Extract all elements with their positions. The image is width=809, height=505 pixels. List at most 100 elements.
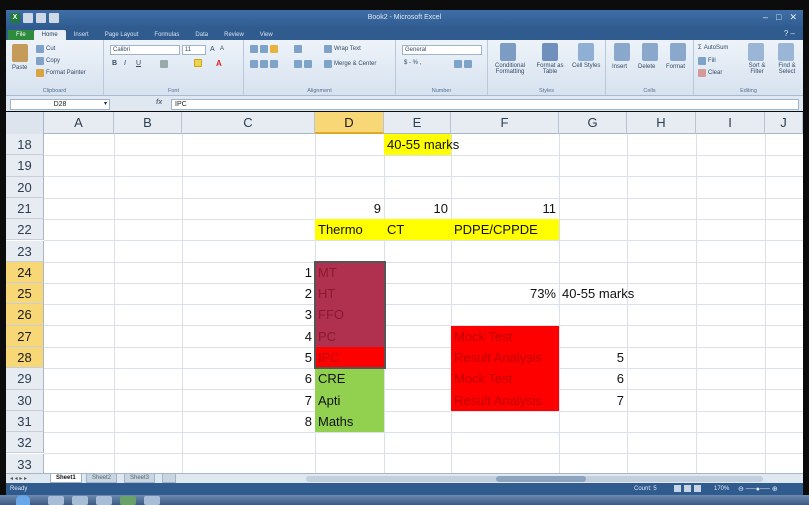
autosum-button[interactable]: Σ AutoSum bbox=[698, 45, 728, 51]
cell-d22[interactable]: Thermo bbox=[315, 219, 384, 241]
format-painter-button[interactable]: Format Painter bbox=[36, 69, 86, 77]
media-taskbar-icon[interactable] bbox=[96, 496, 112, 505]
row-header-23[interactable]: 23 bbox=[6, 240, 44, 262]
page-layout-view-icon[interactable] bbox=[684, 485, 691, 492]
sheet-nav-arrows-icon[interactable]: ◂ ◂ ▸ ▸ bbox=[10, 475, 27, 482]
cell-d21[interactable]: 9 bbox=[315, 198, 384, 219]
insert-button[interactable]: Insert bbox=[612, 64, 627, 70]
cell-styles-button[interactable]: Cell Styles bbox=[572, 63, 602, 69]
row-header-29[interactable]: 29 bbox=[6, 368, 44, 390]
cell-d30[interactable]: Apti bbox=[315, 389, 384, 411]
tab-file[interactable]: File bbox=[8, 30, 34, 40]
row-header-28[interactable]: 28 bbox=[6, 347, 44, 369]
cell-c29[interactable]: 6 bbox=[182, 368, 315, 389]
browser-taskbar-icon[interactable] bbox=[72, 496, 88, 505]
cell-f29[interactable]: Mock Test bbox=[451, 368, 559, 390]
cell-d27[interactable]: PC bbox=[315, 325, 384, 347]
tab-formulas[interactable]: Formulas bbox=[146, 30, 187, 40]
paste-button[interactable]: Paste bbox=[12, 65, 27, 71]
minimize-icon[interactable]: – bbox=[763, 12, 768, 23]
delete-button[interactable]: Delete bbox=[638, 64, 655, 70]
formula-input[interactable]: IPC bbox=[171, 99, 799, 110]
cell-d29[interactable]: CRE bbox=[315, 368, 384, 390]
windows-start-icon[interactable] bbox=[16, 495, 30, 505]
insert-function-icon[interactable]: fx bbox=[156, 99, 162, 106]
row-header-20[interactable]: 20 bbox=[6, 176, 44, 198]
conditional-formatting-button[interactable]: Conditional Formatting bbox=[490, 63, 530, 75]
row-header-30[interactable]: 30 bbox=[6, 389, 44, 411]
copy-button[interactable]: Copy bbox=[36, 57, 60, 65]
cell-g28[interactable]: 5 bbox=[559, 347, 627, 368]
fill-color-button[interactable] bbox=[194, 59, 202, 67]
row-header-18[interactable]: 18 bbox=[6, 134, 44, 156]
cell-f30[interactable]: Result Analysis bbox=[451, 389, 559, 411]
row-header-31[interactable]: 31 bbox=[6, 410, 44, 433]
decimal-icon[interactable] bbox=[454, 60, 472, 68]
underline-button[interactable]: U bbox=[136, 60, 141, 67]
col-header-d[interactable]: D bbox=[315, 112, 384, 134]
cell-c25[interactable]: 2 bbox=[182, 283, 315, 304]
orientation-icon[interactable] bbox=[294, 45, 302, 53]
cell-c28[interactable]: 5 bbox=[182, 347, 315, 368]
bold-button[interactable]: B bbox=[112, 60, 117, 67]
cell-f21[interactable]: 11 bbox=[451, 198, 559, 219]
close-icon[interactable]: ✕ bbox=[789, 12, 797, 23]
cell-f27[interactable]: Mock Test bbox=[451, 325, 559, 347]
sheet-tab-1[interactable]: Sheet1 bbox=[50, 474, 82, 483]
format-button[interactable]: Format bbox=[666, 64, 685, 70]
cell-d31[interactable]: Maths bbox=[315, 410, 384, 433]
zoom-slider[interactable]: ⊖ ──●── ⊕ bbox=[738, 485, 778, 493]
font-size-select[interactable]: 11 bbox=[182, 45, 206, 55]
font-name-select[interactable]: Calibri bbox=[110, 45, 180, 55]
horizontal-scroll-thumb[interactable] bbox=[496, 476, 586, 482]
cell-e22[interactable]: CT bbox=[384, 219, 451, 241]
maximize-icon[interactable]: □ bbox=[776, 12, 781, 23]
fill-button[interactable]: Fill bbox=[698, 57, 716, 65]
excel-taskbar-icon[interactable] bbox=[120, 496, 136, 505]
col-header-j[interactable]: J bbox=[765, 112, 803, 134]
col-header-e[interactable]: E bbox=[384, 112, 451, 134]
help-icon[interactable]: ? – bbox=[784, 29, 795, 40]
page-break-view-icon[interactable] bbox=[694, 485, 701, 492]
app-taskbar-icon[interactable] bbox=[144, 496, 160, 505]
row-header-22[interactable]: 22 bbox=[6, 219, 44, 241]
cell-c26[interactable]: 3 bbox=[182, 304, 315, 325]
tab-home[interactable]: Home bbox=[33, 30, 66, 40]
number-format-select[interactable]: General bbox=[402, 45, 482, 55]
cell-c24[interactable]: 1 bbox=[182, 262, 315, 283]
row-header-32[interactable]: 32 bbox=[6, 432, 44, 454]
paste-icon[interactable] bbox=[12, 44, 28, 62]
row-header-26[interactable]: 26 bbox=[6, 304, 44, 326]
tab-review[interactable]: Review bbox=[216, 30, 252, 40]
name-box[interactable]: D28 bbox=[10, 99, 110, 110]
col-header-c[interactable]: C bbox=[182, 112, 315, 134]
zoom-level[interactable]: 170% bbox=[714, 486, 729, 492]
cell-d26[interactable]: FFO bbox=[315, 304, 384, 326]
shrink-font-button[interactable]: A bbox=[220, 46, 224, 52]
col-header-a[interactable]: A bbox=[44, 112, 114, 134]
cell-c27[interactable]: 4 bbox=[182, 326, 315, 347]
cell-g29[interactable]: 6 bbox=[559, 368, 627, 389]
cell-g25[interactable]: 40-55 marks bbox=[559, 283, 634, 304]
row-header-25[interactable]: 25 bbox=[6, 283, 44, 305]
col-header-g[interactable]: G bbox=[559, 112, 627, 134]
row-header-33[interactable]: 33 bbox=[6, 453, 44, 473]
col-header-b[interactable]: B bbox=[114, 112, 182, 134]
merge-center-button[interactable]: Merge & Center bbox=[324, 60, 376, 68]
italic-button[interactable]: I bbox=[124, 60, 126, 67]
row-header-19[interactable]: 19 bbox=[6, 155, 44, 177]
tab-view[interactable]: View bbox=[252, 30, 281, 40]
align-top-icon[interactable] bbox=[250, 45, 278, 53]
grow-font-button[interactable]: A bbox=[210, 46, 215, 53]
select-all-corner[interactable] bbox=[6, 112, 44, 134]
col-header-f[interactable]: F bbox=[451, 112, 559, 134]
font-color-button[interactable]: A bbox=[216, 59, 222, 68]
wrap-text-button[interactable]: Wrap Text bbox=[324, 45, 361, 53]
sheet-tab-3[interactable]: Sheet3 bbox=[124, 474, 156, 483]
horizontal-scrollbar[interactable] bbox=[306, 476, 763, 482]
format-as-table-button[interactable]: Format as Table bbox=[532, 63, 568, 75]
cell-f22[interactable]: PDPE/CPPDE bbox=[451, 219, 559, 241]
cell-d28[interactable]: IPC bbox=[315, 347, 384, 369]
sort-filter-button[interactable]: Sort & Filter bbox=[744, 63, 770, 75]
col-header-h[interactable]: H bbox=[627, 112, 696, 134]
